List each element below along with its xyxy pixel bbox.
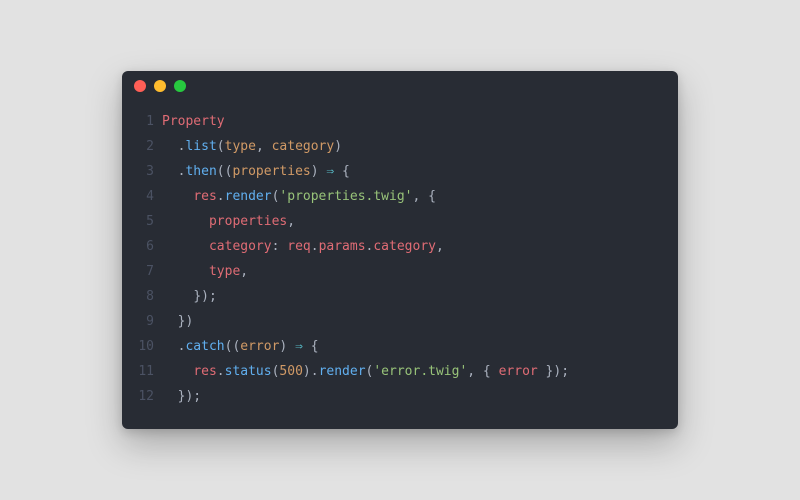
- code-token: 'properties.twig': [279, 189, 412, 204]
- code-token: properties: [209, 214, 287, 229]
- line-number: 10: [132, 334, 154, 359]
- code-line: 1 Property: [132, 109, 662, 134]
- code-token: ): [334, 139, 342, 154]
- code-line: 5 properties,: [132, 209, 662, 234]
- code-token: });: [538, 364, 569, 379]
- code-line: 9 }): [132, 309, 662, 334]
- line-number: 12: [132, 384, 154, 409]
- code-token: });: [193, 289, 216, 304]
- code-content: properties,: [162, 209, 295, 234]
- close-icon[interactable]: [134, 80, 146, 92]
- code-token: 500: [279, 364, 302, 379]
- code-token: .: [217, 189, 225, 204]
- line-number: 6: [132, 234, 154, 259]
- code-token: ,: [240, 264, 248, 279]
- code-token: then: [185, 164, 216, 179]
- code-token: {: [303, 339, 319, 354]
- code-line: 2 .list(type, category): [132, 134, 662, 159]
- line-number: 7: [132, 259, 154, 284]
- code-token: {: [334, 164, 350, 179]
- code-token: ): [279, 339, 295, 354]
- code-line: 7 type,: [132, 259, 662, 284]
- code-token: 'error.twig': [373, 364, 467, 379]
- code-content: Property: [162, 109, 225, 134]
- code-token: });: [178, 389, 201, 404]
- code-line: 3 .then((properties) ⇒ {: [132, 159, 662, 184]
- line-number: 8: [132, 284, 154, 309]
- code-token: ,: [287, 214, 295, 229]
- code-token: list: [185, 139, 216, 154]
- line-number: 5: [132, 209, 154, 234]
- code-content: .then((properties) ⇒ {: [162, 159, 350, 184]
- code-content: res.status(500).render('error.twig', { e…: [162, 359, 569, 384]
- code-token: params: [319, 239, 366, 254]
- code-content: }): [162, 309, 193, 334]
- code-content: .catch((error) ⇒ {: [162, 334, 319, 359]
- code-token: ((: [225, 339, 241, 354]
- code-token: ((: [217, 164, 233, 179]
- code-token: properties: [232, 164, 310, 179]
- line-number: 2: [132, 134, 154, 159]
- code-content: category: req.params.category,: [162, 234, 444, 259]
- code-token: :: [272, 239, 288, 254]
- code-content: });: [162, 384, 201, 409]
- code-token: , {: [412, 189, 435, 204]
- code-token: catch: [185, 339, 224, 354]
- code-token: }): [178, 314, 194, 329]
- code-token: ,: [436, 239, 444, 254]
- code-token: type: [209, 264, 240, 279]
- code-content: .list(type, category): [162, 134, 342, 159]
- minimize-icon[interactable]: [154, 80, 166, 92]
- titlebar: [122, 71, 678, 101]
- code-token: status: [225, 364, 272, 379]
- code-token: render: [225, 189, 272, 204]
- code-token: Property: [162, 114, 225, 129]
- code-token: category: [373, 239, 436, 254]
- code-token: ).: [303, 364, 319, 379]
- code-line: 4 res.render('properties.twig', {: [132, 184, 662, 209]
- code-token: req: [287, 239, 310, 254]
- code-token: render: [319, 364, 366, 379]
- line-number: 11: [132, 359, 154, 384]
- code-line: 10 .catch((error) ⇒ {: [132, 334, 662, 359]
- code-token: ): [311, 164, 327, 179]
- code-window: 1Property2 .list(type, category)3 .then(…: [122, 71, 678, 429]
- code-content: res.render('properties.twig', {: [162, 184, 436, 209]
- code-content: });: [162, 284, 217, 309]
- code-line: 6 category: req.params.category,: [132, 234, 662, 259]
- code-token: .: [217, 364, 225, 379]
- line-number: 1: [132, 109, 154, 134]
- code-token: type: [225, 139, 256, 154]
- code-line: 12 });: [132, 384, 662, 409]
- code-line: 11 res.status(500).render('error.twig', …: [132, 359, 662, 384]
- code-token: ,: [256, 139, 272, 154]
- code-token: category: [272, 139, 335, 154]
- maximize-icon[interactable]: [174, 80, 186, 92]
- code-line: 8 });: [132, 284, 662, 309]
- code-token: .: [311, 239, 319, 254]
- code-token: category: [209, 239, 272, 254]
- code-token: error: [499, 364, 538, 379]
- code-token: , {: [467, 364, 498, 379]
- code-editor: 1Property2 .list(type, category)3 .then(…: [122, 101, 678, 429]
- code-token: ⇒: [295, 339, 303, 354]
- code-token: res: [193, 189, 216, 204]
- line-number: 9: [132, 309, 154, 334]
- code-content: type,: [162, 259, 248, 284]
- line-number: 3: [132, 159, 154, 184]
- code-token: error: [240, 339, 279, 354]
- code-token: res: [193, 364, 216, 379]
- code-token: (: [217, 139, 225, 154]
- line-number: 4: [132, 184, 154, 209]
